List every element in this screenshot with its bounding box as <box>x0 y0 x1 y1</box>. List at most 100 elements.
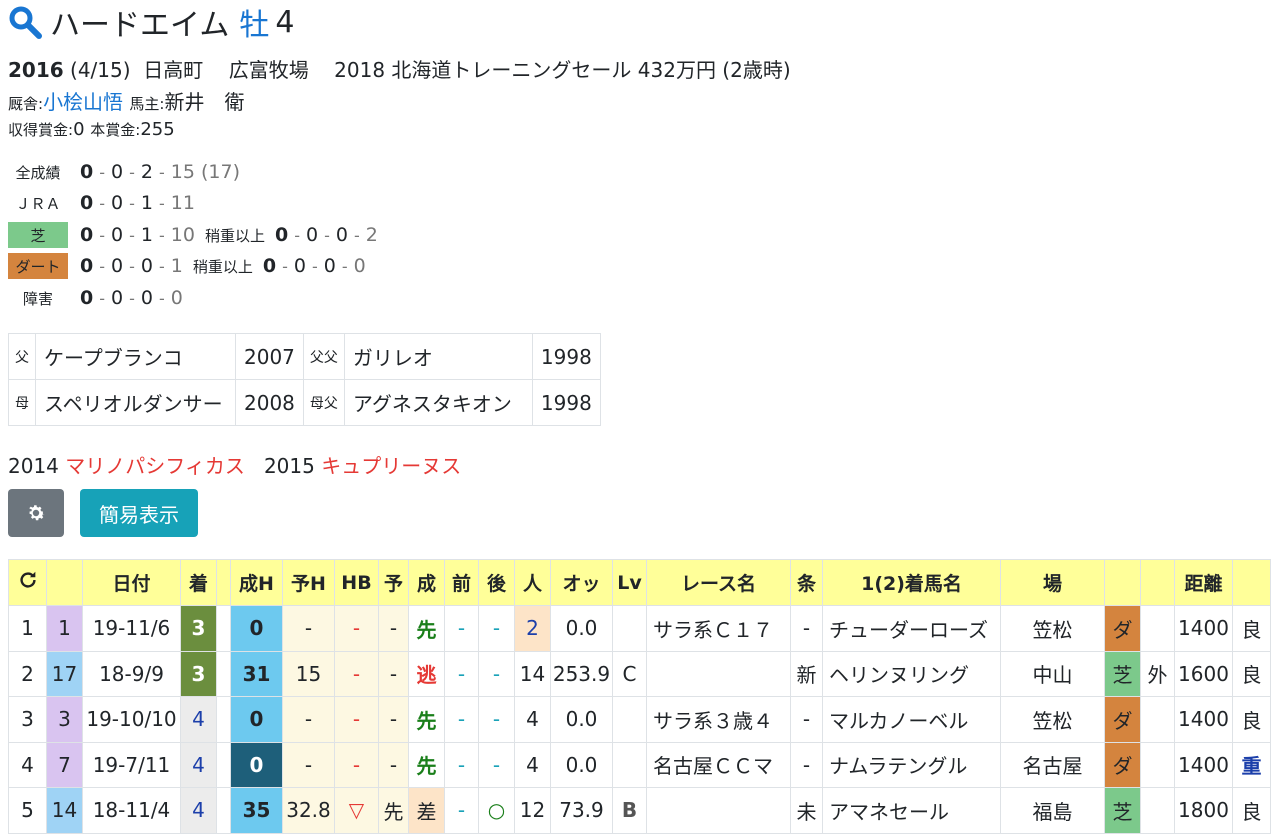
col-waku <box>46 559 83 606</box>
row-ato: ○ <box>478 787 515 834</box>
record-row: 芝 0-0-1-10 稍重以上 0-0-0-2 <box>8 222 428 248</box>
row-track: ダ <box>1104 696 1141 743</box>
row-race[interactable]: サラ系Ｃ１７ <box>646 605 791 652</box>
heavy-third: 0 <box>335 224 348 246</box>
settings-button[interactable] <box>8 489 64 537</box>
pedigree-row: 母 スペリオルダンサー 2008 母父 アグネスタキオン 1998 <box>8 379 601 426</box>
dam-sire-label: 母父 <box>302 379 345 426</box>
table-row[interactable]: 2 17 18-9/9 3 31 15 - - 逃 - - 14 253.9 C… <box>8 650 1271 697</box>
row-waku: 1 <box>46 605 83 652</box>
row-yoH: - <box>282 605 335 652</box>
record-row: ダート 0-0-0-1 稍重以上 0-0-0-0 <box>8 253 428 279</box>
prize-label: 本賞金: <box>90 121 141 139</box>
row-race[interactable] <box>646 650 791 697</box>
heavy-third: 0 <box>323 255 336 277</box>
col-sei[interactable]: 成 <box>408 559 445 606</box>
row-date: 19-10/10 <box>82 696 181 743</box>
row-mae: - <box>444 605 479 652</box>
sibling-year: 2014 <box>8 454 59 478</box>
col-jo[interactable]: 条 <box>790 559 823 606</box>
row-yo: 先 <box>378 787 409 834</box>
col-hb[interactable]: HB <box>334 559 379 606</box>
heavy-out: 0 <box>353 255 366 277</box>
row-chaku: 4 <box>180 787 217 834</box>
col-date[interactable]: 日付 <box>82 559 181 606</box>
row-yoH: 15 <box>282 650 335 697</box>
col-lv[interactable]: Lv <box>612 559 647 606</box>
dam-sire-year: 1998 <box>531 379 601 426</box>
breeder-farm: 広富牧場 <box>228 58 309 82</box>
row-track: ダ <box>1104 741 1141 788</box>
record-second: 0 <box>111 192 124 214</box>
heavy-wins: 0 <box>262 255 277 277</box>
row-waku: 14 <box>46 787 83 834</box>
col-seiH[interactable]: 成H <box>230 559 283 606</box>
simple-view-button[interactable]: 簡易表示 <box>80 489 198 537</box>
row-winner[interactable]: アマネセール <box>822 787 1001 834</box>
horse-age: 4 <box>275 4 295 40</box>
row-winner[interactable]: ナムラテングル <box>822 741 1001 788</box>
row-race[interactable]: 名古屋ＣＣマ <box>646 741 791 788</box>
col-track <box>1104 559 1141 606</box>
sibling-link[interactable]: マリノパシフィカス <box>65 454 245 478</box>
col-winner[interactable]: 1(2)着馬名 <box>822 559 1001 606</box>
dam-sire-name: アグネスタキオン <box>343 379 533 426</box>
sibling-year: 2015 <box>263 454 315 478</box>
record-third: 0 <box>140 255 153 277</box>
row-race[interactable]: サラ系３歳４ <box>646 696 791 743</box>
refresh-icon[interactable] <box>8 559 47 606</box>
row-no: 3 <box>8 696 47 743</box>
record-out: 10 <box>170 224 195 246</box>
col-place[interactable]: 場 <box>1000 559 1105 606</box>
table-row[interactable]: 3 3 19-10/10 4 0 - - - 先 - - 4 0.0 サラ系３歳… <box>8 696 1271 743</box>
col-ninki[interactable]: 人 <box>514 559 551 606</box>
col-yo[interactable]: 予 <box>378 559 409 606</box>
trainer-link[interactable]: 小桧山悟 <box>43 90 123 114</box>
row-inout <box>1140 696 1175 743</box>
col-chaku[interactable]: 着 <box>180 559 217 606</box>
col-odds[interactable]: オッ <box>550 559 613 606</box>
row-seiH: 35 <box>230 787 283 834</box>
table-row[interactable]: 5 14 18-11/4 4 35 32.8 ▽ 先 差 - ○ 12 73.9… <box>8 787 1271 834</box>
col-race[interactable]: レース名 <box>646 559 791 606</box>
row-ninki: 4 <box>514 741 551 788</box>
row-winner[interactable]: チューダーローズ <box>822 605 1001 652</box>
col-yoH[interactable]: 予H <box>282 559 335 606</box>
record-label: 全成績 <box>15 163 61 182</box>
dam-label: 母 <box>8 379 36 426</box>
connections: 厩舎:小桧山悟 馬主:新井 衛 <box>8 86 244 115</box>
row-odds: 0.0 <box>550 696 613 743</box>
sibling-link[interactable]: キュプリーヌス <box>321 454 461 478</box>
row-jo: - <box>790 741 823 788</box>
col-dist[interactable]: 距離 <box>1174 559 1233 606</box>
sire-name: ケープブランコ <box>35 333 236 380</box>
row-jo: 新 <box>790 650 823 697</box>
row-blank <box>216 696 231 743</box>
row-hb: - <box>334 741 379 788</box>
heavy-second: 0 <box>293 255 306 277</box>
record-third: 1 <box>140 192 153 214</box>
record-third: 0 <box>140 287 153 309</box>
row-ninki: 4 <box>514 696 551 743</box>
sale-info: 2018 北海道トレーニングセール 432万円 (2歳時) <box>334 58 791 82</box>
row-race[interactable] <box>646 787 791 834</box>
row-yo: - <box>378 696 409 743</box>
row-winner[interactable]: ヘリンヌリング <box>822 650 1001 697</box>
row-winner[interactable]: マルカノーベル <box>822 696 1001 743</box>
row-hb: - <box>334 650 379 697</box>
row-sei: 先 <box>408 741 445 788</box>
row-blank <box>216 650 231 697</box>
col-ato[interactable]: 後 <box>478 559 515 606</box>
row-jo: - <box>790 605 823 652</box>
table-row[interactable]: 1 1 19-11/6 3 0 - - - 先 - - 2 0.0 サラ系Ｃ１７… <box>8 605 1271 652</box>
record-second: 0 <box>111 224 124 246</box>
row-cond: 良 <box>1232 650 1271 697</box>
table-row[interactable]: 4 7 19-7/11 4 0 - - - 先 - - 4 0.0 名古屋ＣＣマ… <box>8 741 1271 788</box>
row-yo: - <box>378 741 409 788</box>
col-mae[interactable]: 前 <box>444 559 479 606</box>
birth-info: 2016 (4/15) 日高町 広富牧場 2018 北海道トレーニングセール 4… <box>8 54 791 83</box>
row-date: 18-9/9 <box>82 650 181 697</box>
row-hb: ▽ <box>334 787 379 834</box>
row-yoH: 32.8 <box>282 787 335 834</box>
row-ninki: 2 <box>514 605 551 652</box>
